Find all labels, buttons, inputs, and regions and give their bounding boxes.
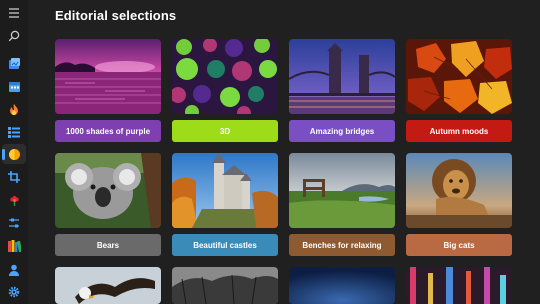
collection-label: Benches for relaxing <box>289 234 395 256</box>
list-icon[interactable] <box>7 125 21 139</box>
collection-card[interactable] <box>289 267 395 304</box>
calendar-icon[interactable] <box>7 79 21 93</box>
gear-icon[interactable] <box>7 285 21 299</box>
sidebar <box>0 0 28 304</box>
collection-card[interactable]: Amazing bridges <box>289 39 395 142</box>
collection-label: 1000 shades of purple <box>55 120 161 142</box>
sidebar-active-indicator <box>2 149 5 160</box>
library-icon[interactable] <box>7 239 21 253</box>
collection-thumbnail <box>55 153 161 228</box>
collection-thumbnail <box>289 267 395 304</box>
collection-thumbnail <box>406 39 512 114</box>
collection-thumbnail <box>289 153 395 228</box>
collection-thumbnail <box>55 39 161 114</box>
collection-card[interactable]: 3D <box>172 39 278 142</box>
collection-card[interactable]: Big cats <box>406 153 512 256</box>
collection-card[interactable]: Benches for relaxing <box>289 153 395 256</box>
collection-card[interactable]: Bears <box>55 153 161 256</box>
sticker-icon[interactable] <box>7 147 21 161</box>
collection-thumbnail <box>406 153 512 228</box>
collection-label: Amazing bridges <box>289 120 395 142</box>
settings-sliders-icon[interactable] <box>7 216 21 230</box>
collection-thumbnail <box>406 267 512 304</box>
collection-thumbnail <box>172 39 278 114</box>
collection-card[interactable] <box>172 267 278 304</box>
collection-label: Big cats <box>406 234 512 256</box>
crop-icon[interactable] <box>7 170 21 184</box>
trending-icon[interactable] <box>7 102 21 116</box>
collection-card[interactable]: Beautiful castles <box>172 153 278 256</box>
photo-collection-icon[interactable] <box>7 56 21 70</box>
collection-card[interactable] <box>55 267 161 304</box>
collection-card[interactable]: Autumn moods <box>406 39 512 142</box>
collection-label: 3D <box>172 120 278 142</box>
collection-label: Bears <box>55 234 161 256</box>
collection-card[interactable]: 1000 shades of purple <box>55 39 161 142</box>
collection-label: Beautiful castles <box>172 234 278 256</box>
collection-thumbnail <box>55 267 161 304</box>
page-title: Editorial selections <box>55 8 177 23</box>
collection-thumbnail <box>289 39 395 114</box>
collection-card[interactable] <box>406 267 512 304</box>
search-icon[interactable] <box>7 29 21 43</box>
collection-thumbnail <box>172 267 278 304</box>
person-icon[interactable] <box>7 263 21 277</box>
collection-thumbnail <box>172 153 278 228</box>
collection-label: Autumn moods <box>406 120 512 142</box>
menu-icon[interactable] <box>7 6 21 20</box>
flower-icon[interactable] <box>7 193 21 207</box>
